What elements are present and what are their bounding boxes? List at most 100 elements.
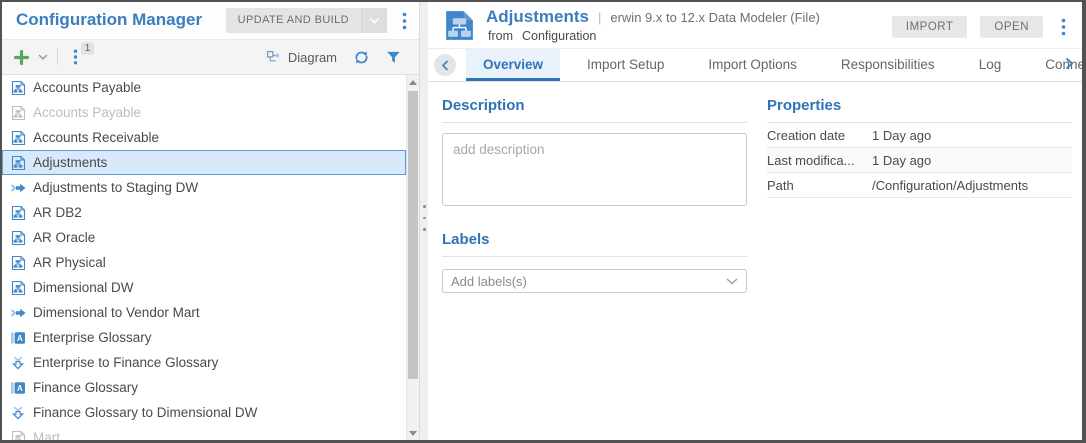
detail-panel: Adjustments | erwin 9.x to 12.x Data Mod… [428,2,1082,440]
property-row: Creation date1 Day ago [767,123,1072,148]
list-item[interactable]: A Finance Glossary [2,375,406,400]
diagram-icon [266,50,281,65]
list-item[interactable]: A Enterprise Glossary [2,325,406,350]
list-item[interactable]: Accounts Payable [2,75,406,100]
property-value: 1 Day ago [872,153,931,168]
mapping-right-arrow-icon [10,180,26,196]
description-input[interactable] [442,133,747,206]
list-item-label: Enterprise to Finance Glossary [33,355,218,370]
mapping-down-arrow-icon [10,405,26,421]
mapping-right-arrow-icon [10,305,26,321]
tab-import-setup[interactable]: Import Setup [570,49,681,81]
detail-title: Adjustments [486,7,589,27]
chevron-right-icon [1065,57,1074,70]
property-label: Last modifica... [767,153,872,168]
list-item-label: Accounts Receivable [33,130,159,145]
labels-select[interactable]: Add labels(s) [442,269,747,293]
import-button[interactable]: IMPORT [892,16,968,38]
list-item[interactable]: AR DB2 [2,200,406,225]
title-separator: | [598,10,601,25]
model-icon [10,80,26,96]
panel-resize-handle[interactable] [419,2,428,440]
panel-menu-icon[interactable] [397,12,411,30]
add-button[interactable] [14,50,29,65]
list-item[interactable]: Adjustments to Staging DW [2,175,406,200]
list-item-label: Dimensional to Vendor Mart [33,305,200,320]
model-file-icon [442,8,477,48]
glossary-icon: A [10,380,26,396]
toolbar-divider [57,49,58,65]
model-icon [10,430,26,441]
model-icon [10,280,26,296]
properties-heading: Properties [767,97,1072,123]
tab-conne[interactable]: Conne [1028,49,1086,81]
property-label: Path [767,178,872,193]
list-item-label: Finance Glossary [33,380,138,395]
list-item-label: AR Oracle [33,230,95,245]
chevron-down-icon [38,54,48,60]
model-icon [10,230,26,246]
list-item-label: AR Physical [33,255,106,270]
model-type-label: erwin 9.x to 12.x Data Modeler (File) [610,10,820,25]
labels-heading: Labels [442,231,747,257]
list-item[interactable]: AR Physical [2,250,406,275]
svg-text:A: A [17,333,23,342]
add-dropdown-toggle[interactable] [38,54,48,60]
list-item[interactable]: Dimensional DW [2,275,406,300]
property-row: Last modifica...1 Day ago [767,148,1072,173]
filter-button[interactable] [386,50,401,65]
actions-menu-button[interactable]: 1 [73,49,78,65]
chevron-down-icon [726,278,738,285]
update-and-build-button[interactable]: UPDATE AND BUILD [226,8,387,33]
list-item-label: Accounts Payable [33,80,141,95]
update-build-dropdown-toggle[interactable] [361,8,387,33]
list-item[interactable]: Finance Glossary to Dimensional DW [2,400,406,425]
list-item[interactable]: AR Oracle [2,225,406,250]
list-item[interactable]: Enterprise to Finance Glossary [2,350,406,375]
glossary-icon: A [10,330,26,346]
from-value[interactable]: Configuration [522,29,596,43]
list-item-label: Enterprise Glossary [33,330,152,345]
tab-bar: Overview Import Setup Import Options Respon… [428,49,1082,82]
filter-icon [386,50,401,65]
list-scrollbar[interactable] [406,75,419,440]
scroll-down-arrow[interactable] [407,426,419,440]
model-list: Accounts Payable Accounts Payable Accounts… [2,75,406,440]
detail-header: Adjustments | erwin 9.x to 12.x Data Mod… [428,2,1082,49]
diagram-view-toggle[interactable]: Diagram [266,50,337,65]
tab-log[interactable]: Log [962,49,1019,81]
model-icon [10,105,26,121]
tab-import-options[interactable]: Import Options [691,49,814,81]
tab-overview[interactable]: Overview [466,49,560,81]
list-item[interactable]: Mart [2,425,406,440]
refresh-icon [353,49,370,66]
labels-select-placeholder: Add labels(s) [451,274,726,289]
list-item-label: Accounts Payable [33,105,141,120]
list-item[interactable]: Accounts Payable [2,100,406,125]
from-label: from [488,29,513,43]
svg-text:A: A [17,383,23,392]
list-item[interactable]: Dimensional to Vendor Mart [2,300,406,325]
property-label: Creation date [767,128,872,143]
description-heading: Description [442,97,747,123]
scroll-up-arrow[interactable] [407,75,419,89]
chevron-down-icon [369,17,380,24]
list-item[interactable]: Adjustments [2,150,406,175]
refresh-button[interactable] [353,49,370,66]
page-title: Configuration Manager [16,10,202,30]
model-icon [10,130,26,146]
property-value: 1 Day ago [872,128,931,143]
open-button[interactable]: OPEN [980,16,1043,38]
tabs-scroll-left-button[interactable] [434,54,456,76]
property-value: /Configuration/Adjustments [872,178,1028,193]
list-item-label: Mart [33,430,60,440]
drag-dots-icon [423,205,426,231]
list-item[interactable]: Accounts Receivable [2,125,406,150]
tabs-scroll-right-button[interactable] [1065,57,1074,75]
app-window: Configuration Manager UPDATE AND BUILD [0,0,1086,443]
count-badge: 1 [81,42,94,55]
detail-menu-icon[interactable] [1056,18,1070,36]
list-item-label: AR DB2 [33,205,82,220]
tab-responsibilities[interactable]: Responsibilities [824,49,952,81]
scrollbar-thumb[interactable] [408,91,418,379]
